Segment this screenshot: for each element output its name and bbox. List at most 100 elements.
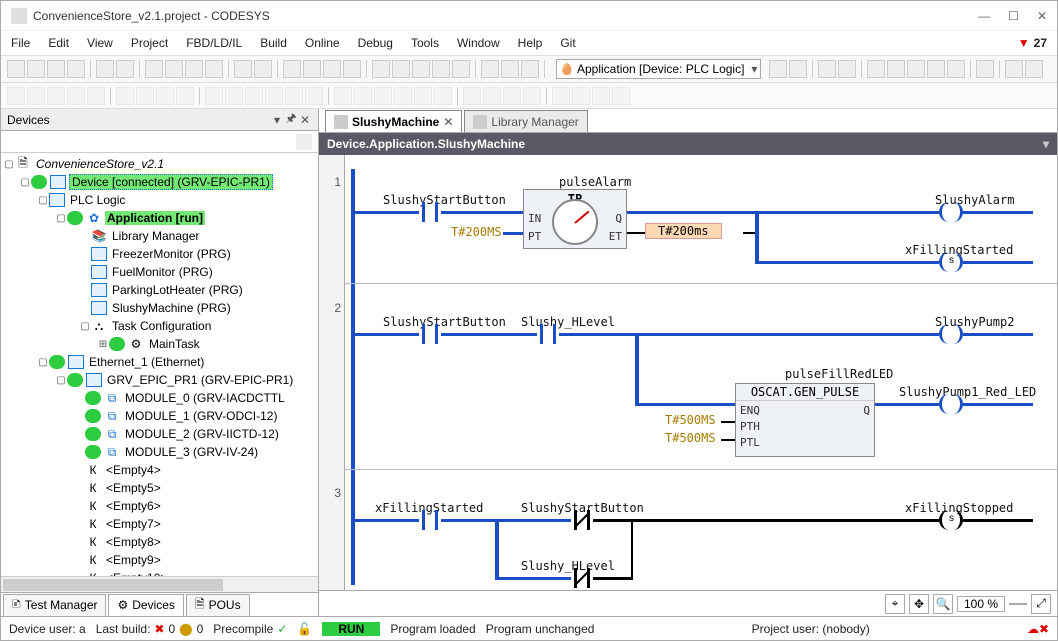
menu-file[interactable]: File xyxy=(11,36,30,50)
et-29-icon[interactable] xyxy=(612,87,630,105)
tab-library-manager[interactable]: Library Manager xyxy=(464,110,587,132)
menu-edit[interactable]: Edit xyxy=(48,36,69,50)
tree-prg1[interactable]: FreezerMonitor (PRG) xyxy=(110,247,233,261)
tb-z-icon[interactable] xyxy=(1025,60,1043,78)
redo-icon[interactable] xyxy=(116,60,134,78)
cut-icon[interactable] xyxy=(145,60,163,78)
bookmark-next-icon[interactable] xyxy=(303,60,321,78)
twisty-icon[interactable]: ▢ xyxy=(37,357,49,368)
tree-e5[interactable]: <Empty5> xyxy=(104,481,163,495)
bookmark-prev-icon[interactable] xyxy=(323,60,341,78)
et-3-icon[interactable] xyxy=(47,87,65,105)
et-16-icon[interactable] xyxy=(334,87,352,105)
et-11-icon[interactable] xyxy=(225,87,243,105)
pin-icon[interactable]: ▾ xyxy=(270,113,284,127)
tb-g-icon[interactable] xyxy=(501,60,519,78)
et-22-icon[interactable] xyxy=(463,87,481,105)
et-17-icon[interactable] xyxy=(354,87,372,105)
break-icon[interactable] xyxy=(947,60,965,78)
new-icon[interactable] xyxy=(7,60,25,78)
save-icon[interactable] xyxy=(47,60,65,78)
tab-test-manager[interactable]: 🗈Test Manager xyxy=(3,594,106,616)
menu-debug[interactable]: Debug xyxy=(358,36,393,50)
tree-e9[interactable]: <Empty9> xyxy=(104,553,163,567)
tree-grv[interactable]: GRV_EPIC_PR1 (GRV-EPIC-PR1) xyxy=(105,373,295,387)
zoom-icon[interactable]: 🔍 xyxy=(933,594,953,614)
et-4-icon[interactable] xyxy=(67,87,85,105)
twisty-icon[interactable]: ▢ xyxy=(19,177,31,188)
tb-c-icon[interactable] xyxy=(412,60,430,78)
tab-close-icon[interactable]: ✕ xyxy=(443,115,453,129)
tree-m3[interactable]: MODULE_3 (GRV-IV-24) xyxy=(123,445,260,459)
menu-online[interactable]: Online xyxy=(305,36,340,50)
tree-eth[interactable]: Ethernet_1 (Ethernet) xyxy=(87,355,206,369)
maximize-button[interactable]: ☐ xyxy=(1008,9,1019,23)
et-25-icon[interactable] xyxy=(523,87,541,105)
tree-lib[interactable]: Library Manager xyxy=(110,229,201,243)
tab-devices[interactable]: ⚙Devices xyxy=(108,594,183,616)
coil[interactable] xyxy=(939,394,963,414)
et-7-icon[interactable] xyxy=(136,87,154,105)
et-14-icon[interactable] xyxy=(285,87,303,105)
tree-plc[interactable]: PLC Logic xyxy=(68,193,127,207)
alert-count[interactable]: ▼ 27 xyxy=(1018,36,1047,50)
tree-maintask[interactable]: MainTask xyxy=(147,337,202,351)
et-6-icon[interactable] xyxy=(116,87,134,105)
contact-nc[interactable] xyxy=(571,568,593,588)
minimize-button[interactable]: — xyxy=(978,9,990,23)
et-18-icon[interactable] xyxy=(374,87,392,105)
et-1-icon[interactable] xyxy=(7,87,25,105)
tb-x-icon[interactable] xyxy=(976,60,994,78)
undo-icon[interactable] xyxy=(96,60,114,78)
et-21-icon[interactable] xyxy=(434,87,452,105)
twisty-icon[interactable]: ▢ xyxy=(55,213,67,224)
start-icon[interactable] xyxy=(818,60,836,78)
twisty-icon[interactable]: ⊞ xyxy=(97,339,109,350)
et-13-icon[interactable] xyxy=(265,87,283,105)
tree-prg3[interactable]: ParkingLotHeater (PRG) xyxy=(110,283,245,297)
tree-taskcfg[interactable]: Task Configuration xyxy=(110,319,213,333)
et-24-icon[interactable] xyxy=(503,87,521,105)
print-icon[interactable] xyxy=(67,60,85,78)
tb-a-icon[interactable] xyxy=(372,60,390,78)
find-icon[interactable] xyxy=(234,60,252,78)
tree-project[interactable]: ConvenienceStore_v2.1 xyxy=(34,157,166,171)
h-scrollbar[interactable] xyxy=(1,576,318,592)
et-9-icon[interactable] xyxy=(176,87,194,105)
pointer-icon[interactable]: ⌖ xyxy=(885,594,905,614)
tree-prg2[interactable]: FuelMonitor (PRG) xyxy=(110,265,215,279)
contact-no[interactable] xyxy=(419,202,441,222)
bookmark-clear-icon[interactable] xyxy=(343,60,361,78)
step-in-icon[interactable] xyxy=(867,60,885,78)
et-10-icon[interactable] xyxy=(205,87,223,105)
tb-d-icon[interactable] xyxy=(432,60,450,78)
bookmark-icon[interactable] xyxy=(283,60,301,78)
coil[interactable] xyxy=(939,324,963,344)
step-over-icon[interactable] xyxy=(887,60,905,78)
tb-y-icon[interactable] xyxy=(1005,60,1023,78)
delete-icon[interactable] xyxy=(205,60,223,78)
findnext-icon[interactable] xyxy=(254,60,272,78)
contact-nc[interactable] xyxy=(571,510,593,530)
twisty-icon[interactable]: ▢ xyxy=(79,321,91,332)
pan-icon[interactable]: ✥ xyxy=(909,594,929,614)
tab-slushymachine[interactable]: SlushyMachine✕ xyxy=(325,110,462,132)
et-20-icon[interactable] xyxy=(414,87,432,105)
tree-device[interactable]: Device [connected] (GRV-EPIC-PR1) xyxy=(69,174,273,190)
paste-icon[interactable] xyxy=(185,60,203,78)
copy-icon[interactable] xyxy=(165,60,183,78)
menu-help[interactable]: Help xyxy=(518,36,543,50)
et-2-icon[interactable] xyxy=(27,87,45,105)
et-26-icon[interactable] xyxy=(552,87,570,105)
logout-icon[interactable] xyxy=(789,60,807,78)
tree-e8[interactable]: <Empty8> xyxy=(104,535,163,549)
contact-no[interactable] xyxy=(537,324,559,344)
tab-pous[interactable]: 🗎POUs xyxy=(186,594,250,616)
cloud-icon[interactable]: ☁✖ xyxy=(1027,622,1049,636)
et-23-icon[interactable] xyxy=(483,87,501,105)
zoom-level[interactable]: 100 % xyxy=(957,596,1005,612)
tree-prg4[interactable]: SlushyMachine (PRG) xyxy=(110,301,233,315)
menu-git[interactable]: Git xyxy=(560,36,575,50)
tree-e4[interactable]: <Empty4> xyxy=(104,463,163,477)
tb-h-icon[interactable] xyxy=(521,60,539,78)
